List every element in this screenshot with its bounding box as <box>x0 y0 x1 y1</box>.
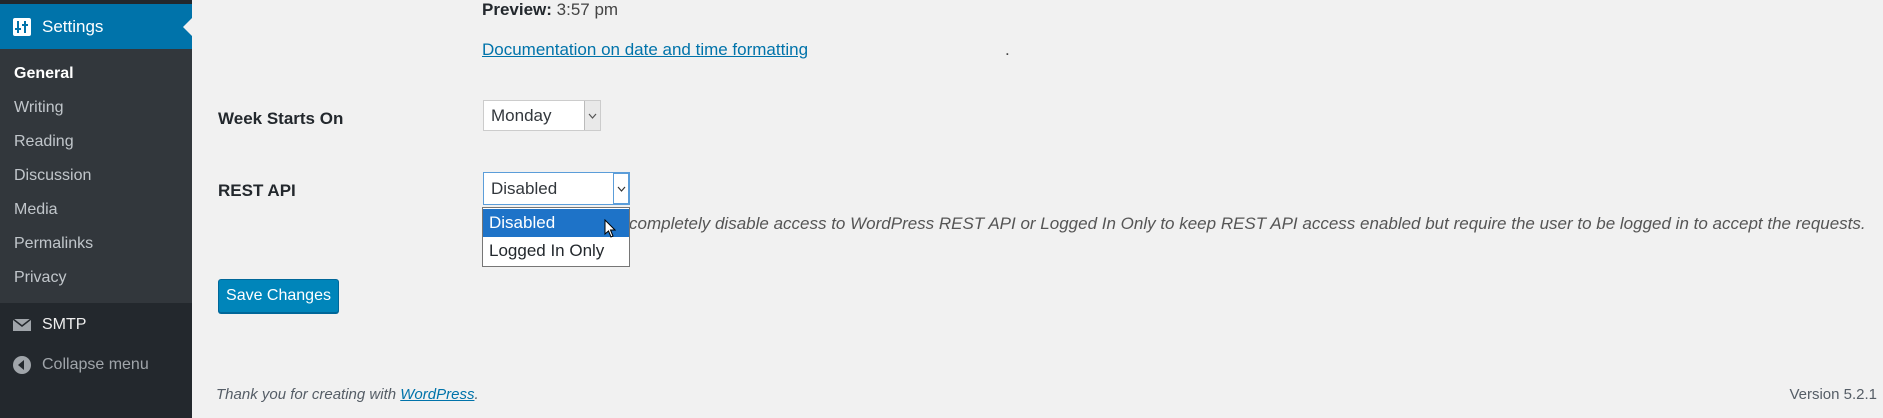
preview-value: 3:57 pm <box>556 0 619 19</box>
menu-item-settings[interactable]: Settings <box>0 4 192 49</box>
main-content: Preview: 3:57 pm Documentation on date a… <box>192 0 1883 418</box>
chevron-down-icon <box>613 173 629 204</box>
doc-link-period: . <box>1005 40 1010 59</box>
settings-icon <box>12 17 32 37</box>
rest-api-value: Disabled <box>491 178 558 198</box>
rest-api-select[interactable]: Disabled <box>483 172 630 205</box>
collapse-arrow-icon <box>12 355 32 375</box>
wordpress-link[interactable]: WordPress <box>400 386 474 403</box>
mouse-cursor-icon <box>604 218 617 243</box>
footer-thanks-prefix: Thank you for creating with <box>216 386 401 403</box>
date-time-doc-link[interactable]: Documentation on date and time formattin… <box>482 40 808 60</box>
time-preview: Preview: 3:57 pm <box>482 0 618 20</box>
menu-item-smtp-label: SMTP <box>42 316 87 333</box>
menu-item-smtp[interactable]: SMTP <box>0 306 192 344</box>
rest-api-description: completely disable access to WordPress R… <box>629 214 1866 233</box>
week-starts-on-label: Week Starts On <box>218 109 344 128</box>
footer-thanks-suffix: . <box>474 386 479 403</box>
submenu-item-privacy[interactable]: Privacy <box>14 269 66 287</box>
submenu-item-discussion[interactable]: Discussion <box>14 167 91 185</box>
submenu-item-writing[interactable]: Writing <box>14 99 64 117</box>
submenu-item-general[interactable]: General <box>14 65 74 83</box>
settings-submenu: General Writing Reading Discussion Media… <box>0 49 192 303</box>
preview-label: Preview: <box>482 0 552 19</box>
version-text: Version 5.2.1 <box>1789 386 1877 403</box>
footer-thanks: Thank you for creating with WordPress. <box>216 386 479 403</box>
admin-sidebar: Settings General Writing Reading Discuss… <box>0 0 192 418</box>
week-starts-on-select[interactable]: Monday <box>483 100 601 131</box>
chevron-down-icon <box>584 101 600 130</box>
menu-item-settings-label: Settings <box>42 16 104 36</box>
submenu-item-media[interactable]: Media <box>14 201 58 219</box>
envelope-icon <box>12 315 32 335</box>
save-changes-button[interactable]: Save Changes <box>218 279 339 313</box>
rest-api-label: REST API <box>218 181 296 200</box>
submenu-item-permalinks[interactable]: Permalinks <box>14 235 93 253</box>
collapse-menu-label: Collapse menu <box>42 356 149 373</box>
week-starts-on-value: Monday <box>491 105 552 125</box>
submenu-item-reading[interactable]: Reading <box>14 133 74 151</box>
collapse-menu-button[interactable]: Collapse menu <box>0 346 192 384</box>
